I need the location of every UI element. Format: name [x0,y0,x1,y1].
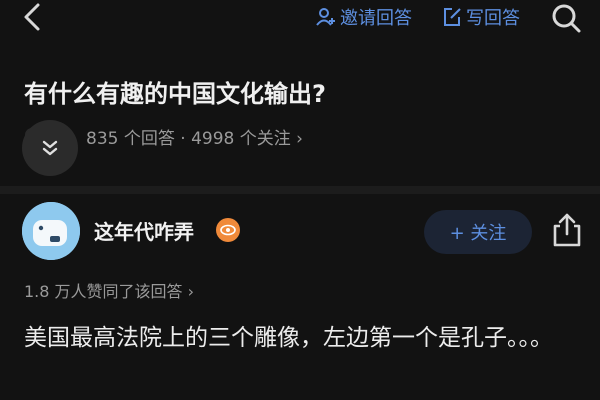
author-avatar[interactable] [22,202,80,260]
chevron-double-down-icon [42,140,58,156]
back-icon [24,3,40,31]
add-person-icon [316,8,335,26]
back-button[interactable] [18,2,48,32]
eye-badge-icon [220,224,236,236]
collapse-button[interactable] [22,120,78,176]
share-icon [553,213,581,247]
write-answer-button[interactable]: 写回答 [442,4,520,30]
author-name[interactable]: 这年代咋弄 [94,216,194,245]
edit-icon [444,8,461,26]
author-badge [216,218,240,242]
search-button[interactable] [550,2,582,34]
avatar-icon [22,202,80,260]
invite-answer-button[interactable]: 邀请回答 [316,4,412,30]
question-title[interactable]: 有什么有趣的中国文化输出? [24,74,326,109]
follow-button[interactable]: + 关注 [424,210,532,254]
invite-answer-label: 邀请回答 [340,8,412,29]
share-button[interactable] [550,212,584,248]
question-stats[interactable]: 835 个回答 · 4998 个关注 › [86,124,303,149]
section-divider [0,186,600,194]
agree-count[interactable]: 1.8 万人赞同了该回答 › [24,278,194,302]
write-answer-label: 写回答 [466,8,520,29]
answer-content[interactable]: 美国最高法院上的三个雕像，左边第一个是孔子。。。 [24,318,576,358]
search-icon [552,4,581,33]
